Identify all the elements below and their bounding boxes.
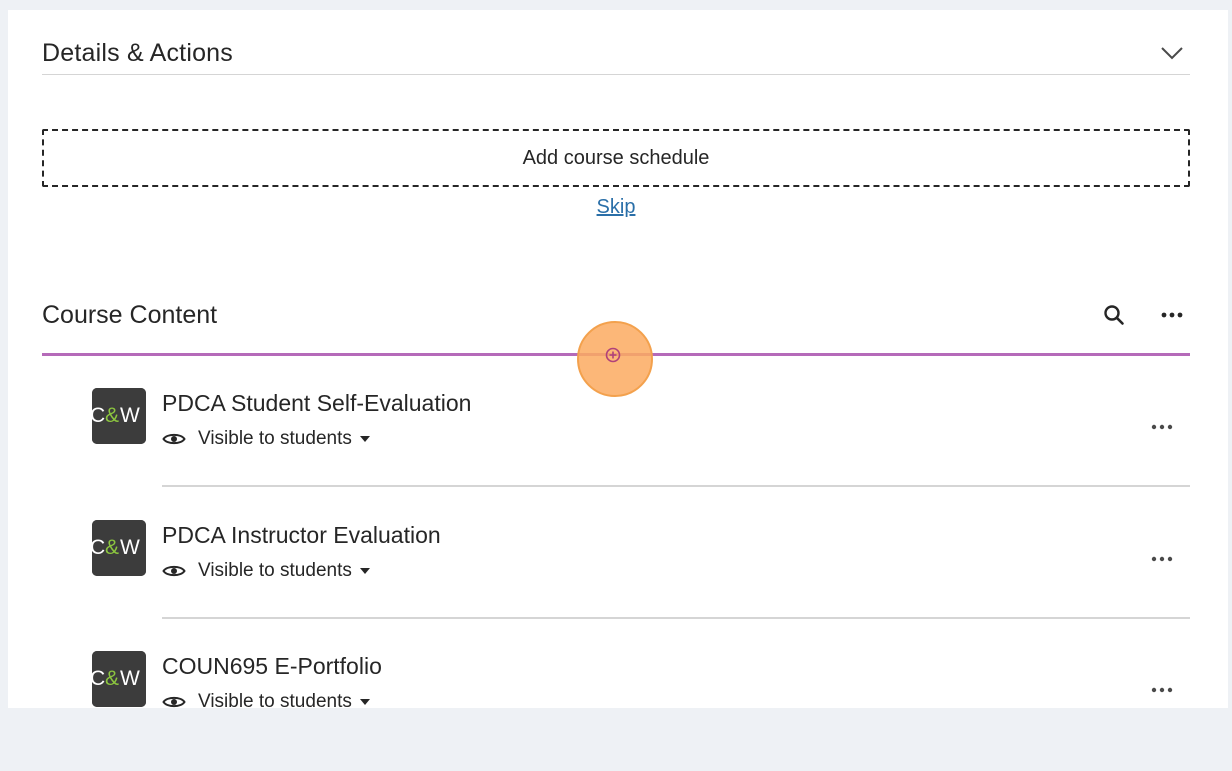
content-item[interactable]: C & W PDCA Student Self-Evaluation Visib… [42, 388, 1190, 508]
plus-circle-icon[interactable] [605, 347, 621, 363]
search-icon [1104, 305, 1124, 325]
course-panel: Details & Actions Add course schedule Sk… [8, 10, 1228, 712]
item-more-button[interactable] [1148, 676, 1176, 704]
content-item-title[interactable]: PDCA Student Self-Evaluation [162, 390, 471, 417]
visibility-dropdown[interactable]: Visible to students [162, 560, 370, 582]
course-content-tools [1100, 301, 1186, 329]
svg-text:C: C [92, 667, 105, 690]
content-item[interactable]: C & W COUN695 E-Portfolio Visible to stu… [42, 651, 1190, 771]
cw-logo-thumbnail: C & W [92, 651, 146, 707]
skip-link-row: Skip [8, 196, 1224, 219]
search-button[interactable] [1100, 301, 1128, 329]
details-actions-header[interactable]: Details & Actions [42, 32, 1190, 75]
eye-icon [162, 433, 186, 445]
content-item[interactable]: C & W PDCA Instructor Evaluation Visible… [42, 520, 1190, 640]
more-horizontal-icon [1151, 556, 1173, 562]
chevron-down-icon[interactable] [1158, 39, 1186, 67]
svg-text:C: C [92, 404, 105, 427]
visibility-dropdown[interactable]: Visible to students [162, 691, 370, 713]
visibility-label: Visible to students [198, 691, 352, 712]
cw-logo-thumbnail: C & W [92, 388, 146, 444]
svg-text:W: W [120, 404, 140, 427]
more-horizontal-icon [1151, 424, 1173, 430]
svg-text:&: & [105, 667, 119, 690]
caret-down-icon [359, 699, 370, 705]
item-divider [162, 617, 1190, 619]
add-course-schedule-label: Add course schedule [522, 146, 710, 169]
details-actions-title: Details & Actions [42, 38, 233, 67]
svg-text:W: W [120, 536, 140, 559]
item-divider [162, 485, 1190, 487]
visibility-label: Visible to students [198, 428, 352, 449]
item-more-button[interactable] [1148, 545, 1176, 573]
svg-text:&: & [105, 404, 119, 427]
svg-text:&: & [105, 536, 119, 559]
caret-down-icon [359, 568, 370, 574]
more-horizontal-icon [1151, 687, 1173, 693]
course-content-more-button[interactable] [1158, 301, 1186, 329]
svg-text:W: W [120, 667, 140, 690]
skip-link[interactable]: Skip [597, 196, 636, 218]
course-content-title: Course Content [42, 300, 218, 329]
svg-text:C: C [92, 536, 105, 559]
cw-logo-thumbnail: C & W [92, 520, 146, 576]
add-course-schedule-button[interactable]: Add course schedule [42, 129, 1190, 187]
content-item-title[interactable]: COUN695 E-Portfolio [162, 653, 382, 680]
content-item-title[interactable]: PDCA Instructor Evaluation [162, 522, 441, 549]
visibility-dropdown[interactable]: Visible to students [162, 428, 370, 450]
eye-icon [162, 565, 186, 577]
caret-down-icon [359, 436, 370, 442]
more-horizontal-icon [1161, 312, 1183, 318]
visibility-label: Visible to students [198, 560, 352, 581]
item-more-button[interactable] [1148, 413, 1176, 441]
